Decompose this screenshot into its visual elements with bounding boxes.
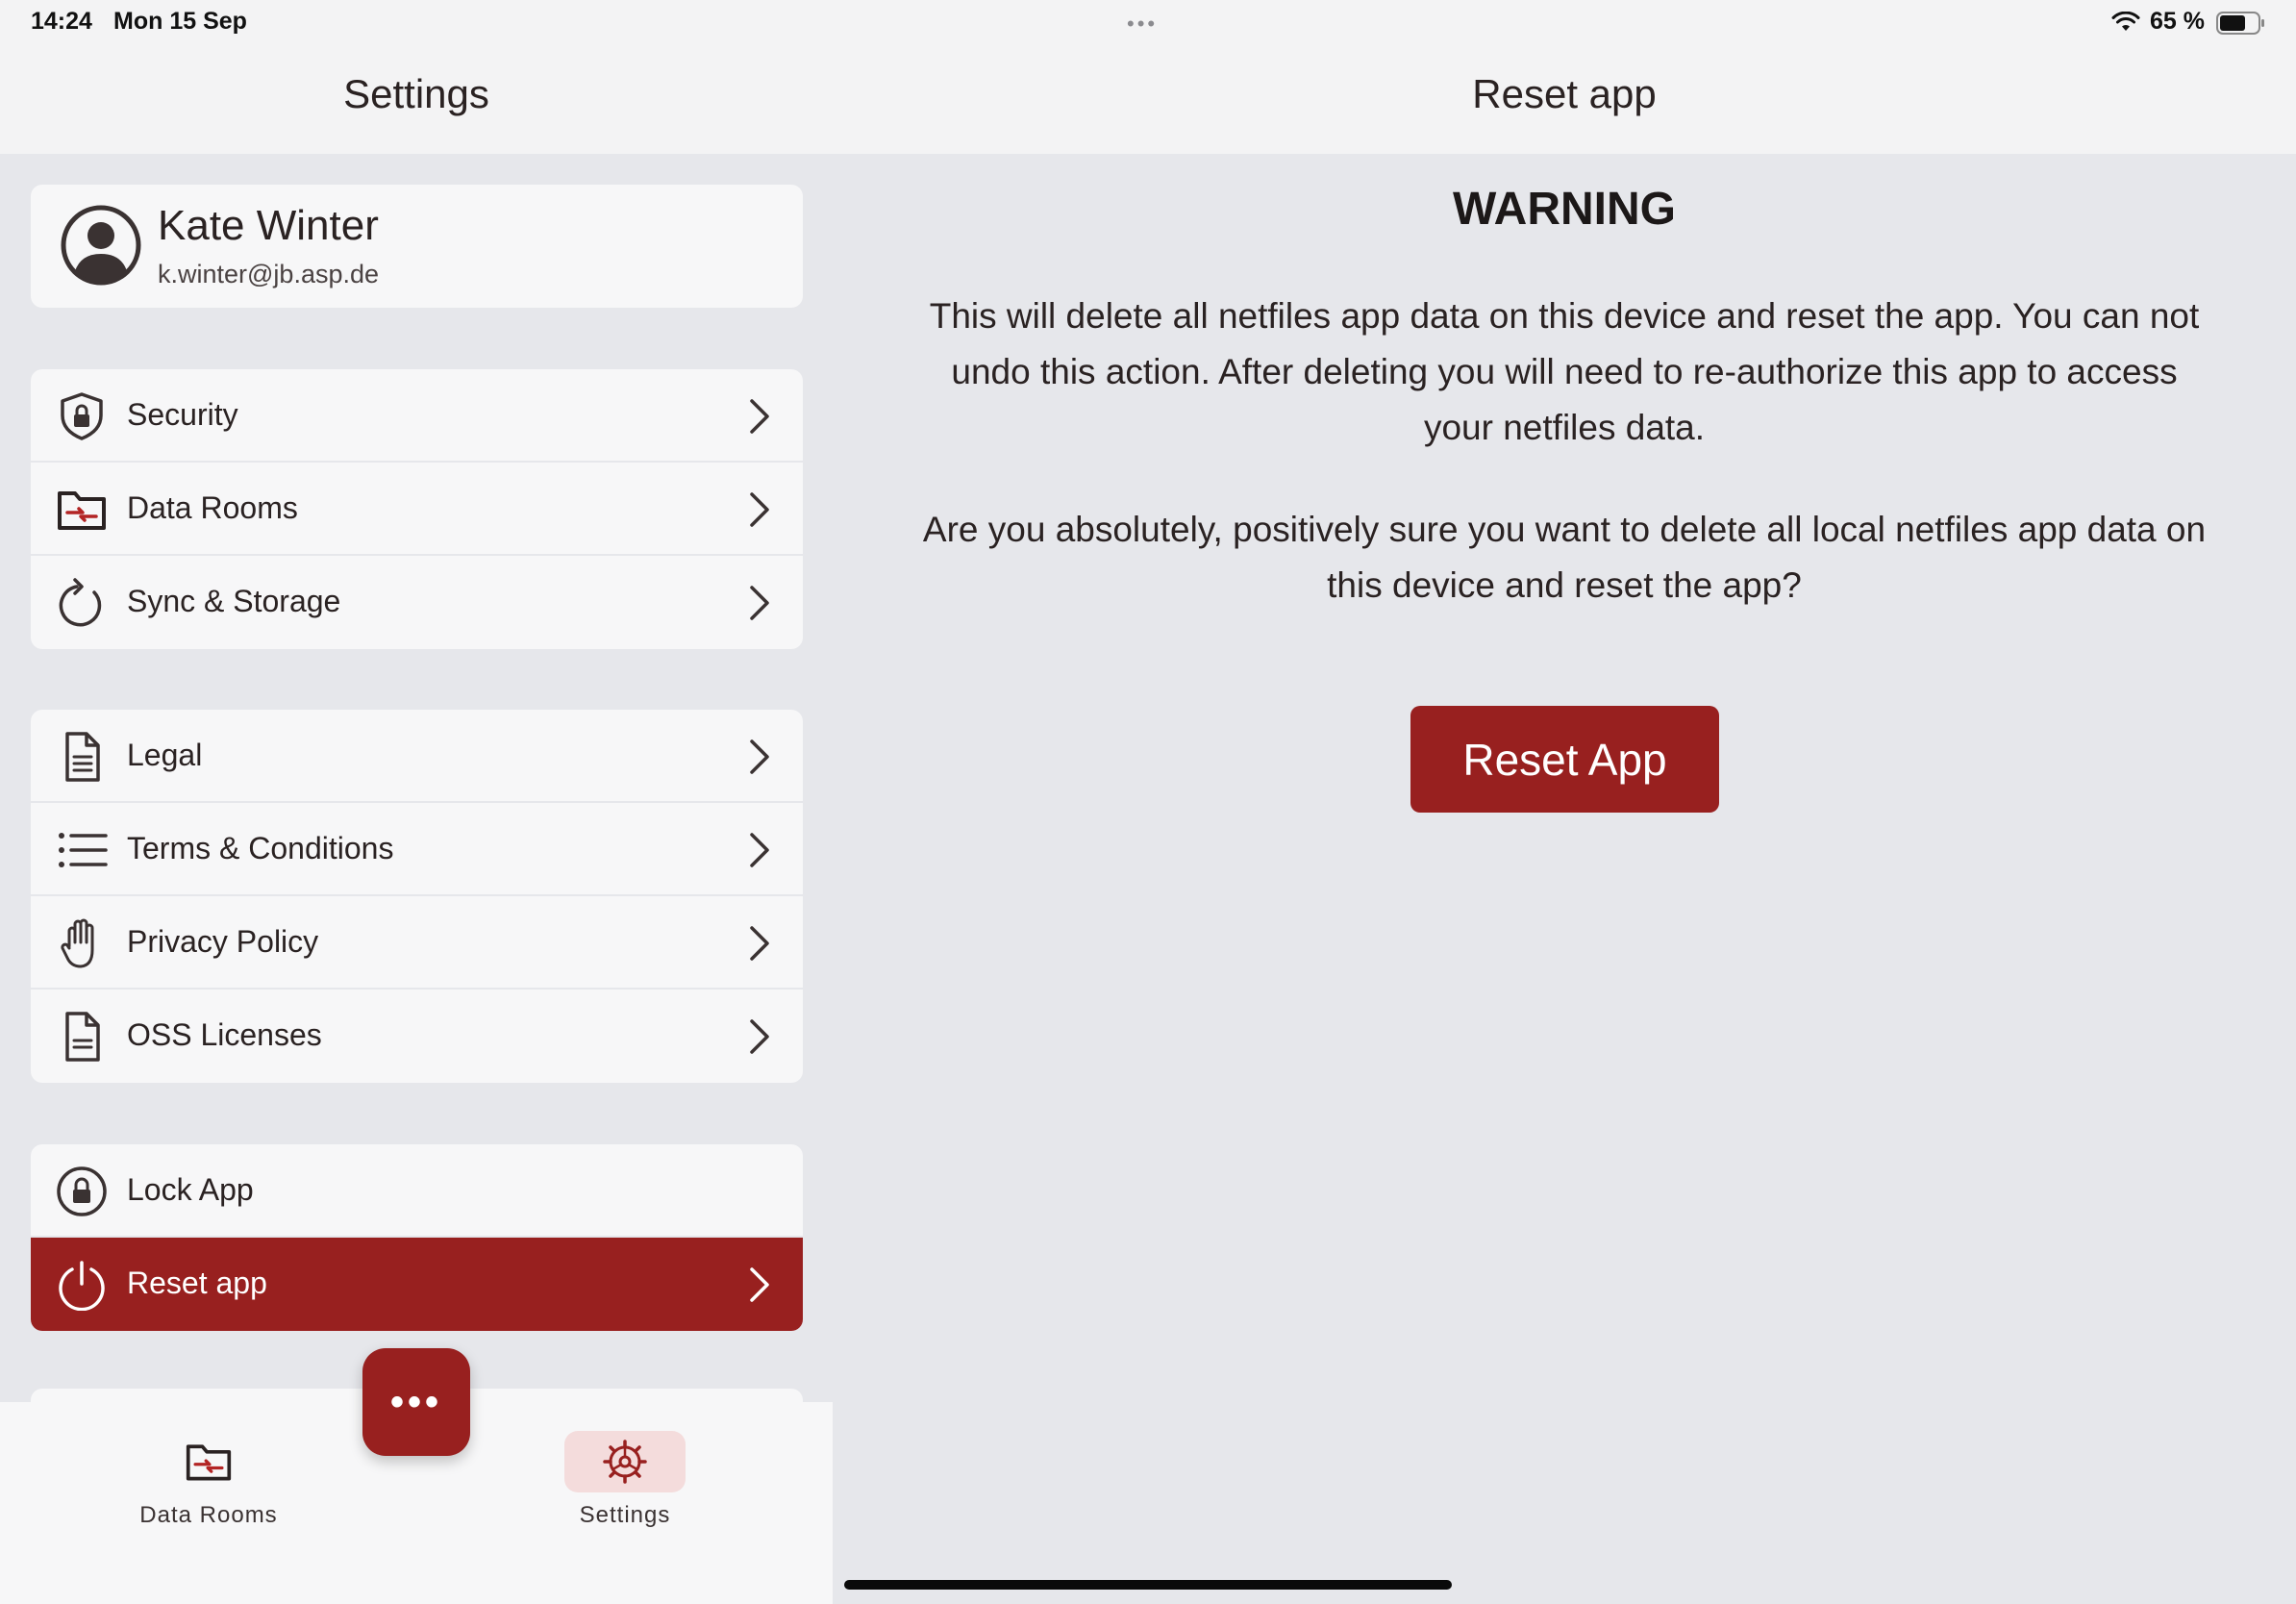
reset-app-button[interactable]: Reset App <box>1410 706 1719 813</box>
menu-item-label: Sync & Storage <box>127 584 341 618</box>
lock-icon <box>57 1166 107 1216</box>
sidebar-header: Settings <box>0 46 833 154</box>
menu-item-label: Terms & Conditions <box>127 831 394 865</box>
chevron-right-icon <box>750 1267 769 1302</box>
tab-label: Data Rooms <box>139 1502 278 1528</box>
menu-item-label: Reset app <box>127 1266 267 1300</box>
tab-icon-container <box>148 1431 269 1492</box>
warning-description: This will delete all netfiles app data o… <box>929 296 2200 447</box>
tab-label: Settings <box>579 1502 671 1528</box>
chevron-right-icon <box>750 492 769 527</box>
chevron-right-icon <box>750 926 769 961</box>
menu-item-label: Legal <box>127 738 203 772</box>
document-icon <box>65 1012 100 1062</box>
settings-group-legal: Legal Terms & Conditions Privacy Policy <box>31 710 803 1083</box>
chevron-right-icon <box>750 739 769 774</box>
tab-data-rooms[interactable]: Data Rooms <box>112 1431 305 1529</box>
menu-item-sync-storage[interactable]: Sync & Storage <box>31 556 803 649</box>
data-room-folder-icon <box>186 1444 232 1481</box>
multitask-dots[interactable]: ••• <box>1127 12 1158 37</box>
list-icon <box>59 833 108 867</box>
battery-icon <box>2216 12 2264 35</box>
settings-group-app: Lock App Reset app <box>31 1144 803 1331</box>
tab-settings[interactable]: Settings <box>529 1431 721 1529</box>
reset-app-detail: WARNING This will delete all netfiles ap… <box>833 154 2296 1604</box>
menu-item-legal[interactable]: Legal <box>31 710 803 803</box>
profile-card[interactable]: Kate Winter k.winter@jb.asp.de <box>31 185 803 308</box>
status-time: 14:24 <box>31 8 92 35</box>
gear-icon <box>603 1440 647 1484</box>
detail-title: Reset app <box>1472 71 1657 116</box>
menu-item-data-rooms[interactable]: Data Rooms <box>31 463 803 556</box>
status-bar: 14:24 Mon 15 Sep ••• 65 % <box>0 0 2296 46</box>
chevron-right-icon <box>750 399 769 434</box>
sync-icon <box>59 578 102 627</box>
menu-item-privacy-policy[interactable]: Privacy Policy <box>31 896 803 990</box>
hand-icon <box>61 918 94 968</box>
home-indicator[interactable] <box>844 1580 1452 1590</box>
menu-item-security[interactable]: Security <box>31 369 803 463</box>
battery-percentage: 65 % <box>2150 8 2205 35</box>
profile-email: k.winter@jb.asp.de <box>158 260 380 288</box>
power-icon <box>59 1261 105 1311</box>
menu-item-label: Privacy Policy <box>127 924 319 959</box>
menu-item-reset-app[interactable]: Reset app <box>31 1238 803 1331</box>
menu-item-label: Security <box>127 397 238 432</box>
detail-header: Reset app <box>833 46 2296 154</box>
chevron-right-icon <box>750 586 769 620</box>
shield-lock-icon <box>61 392 103 440</box>
document-icon <box>65 732 100 782</box>
avatar-icon <box>61 205 141 286</box>
menu-item-lock-app[interactable]: Lock App <box>31 1144 803 1238</box>
chevron-right-icon <box>750 833 769 867</box>
menu-item-oss-licenses[interactable]: OSS Licenses <box>31 990 803 1083</box>
tab-icon-container <box>564 1431 686 1492</box>
menu-item-terms-conditions[interactable]: Terms & Conditions <box>31 803 803 896</box>
menu-item-label: Data Rooms <box>127 490 298 525</box>
menu-item-label: OSS Licenses <box>127 1017 322 1052</box>
sidebar-title: Settings <box>343 71 489 116</box>
warning-title: WARNING <box>1453 184 1676 235</box>
wifi-icon <box>2111 12 2140 31</box>
menu-item-label: Lock App <box>127 1172 254 1207</box>
profile-name: Kate Winter <box>158 202 379 249</box>
status-date: Mon 15 Sep <box>113 8 247 35</box>
more-actions-button[interactable]: ••• <box>362 1348 470 1456</box>
settings-group-account: Security Data Rooms Sync & Storage <box>31 369 803 649</box>
warning-confirmation-question: Are you absolutely, positively sure you … <box>922 510 2207 605</box>
data-room-folder-icon <box>58 491 106 530</box>
chevron-right-icon <box>750 1019 769 1054</box>
